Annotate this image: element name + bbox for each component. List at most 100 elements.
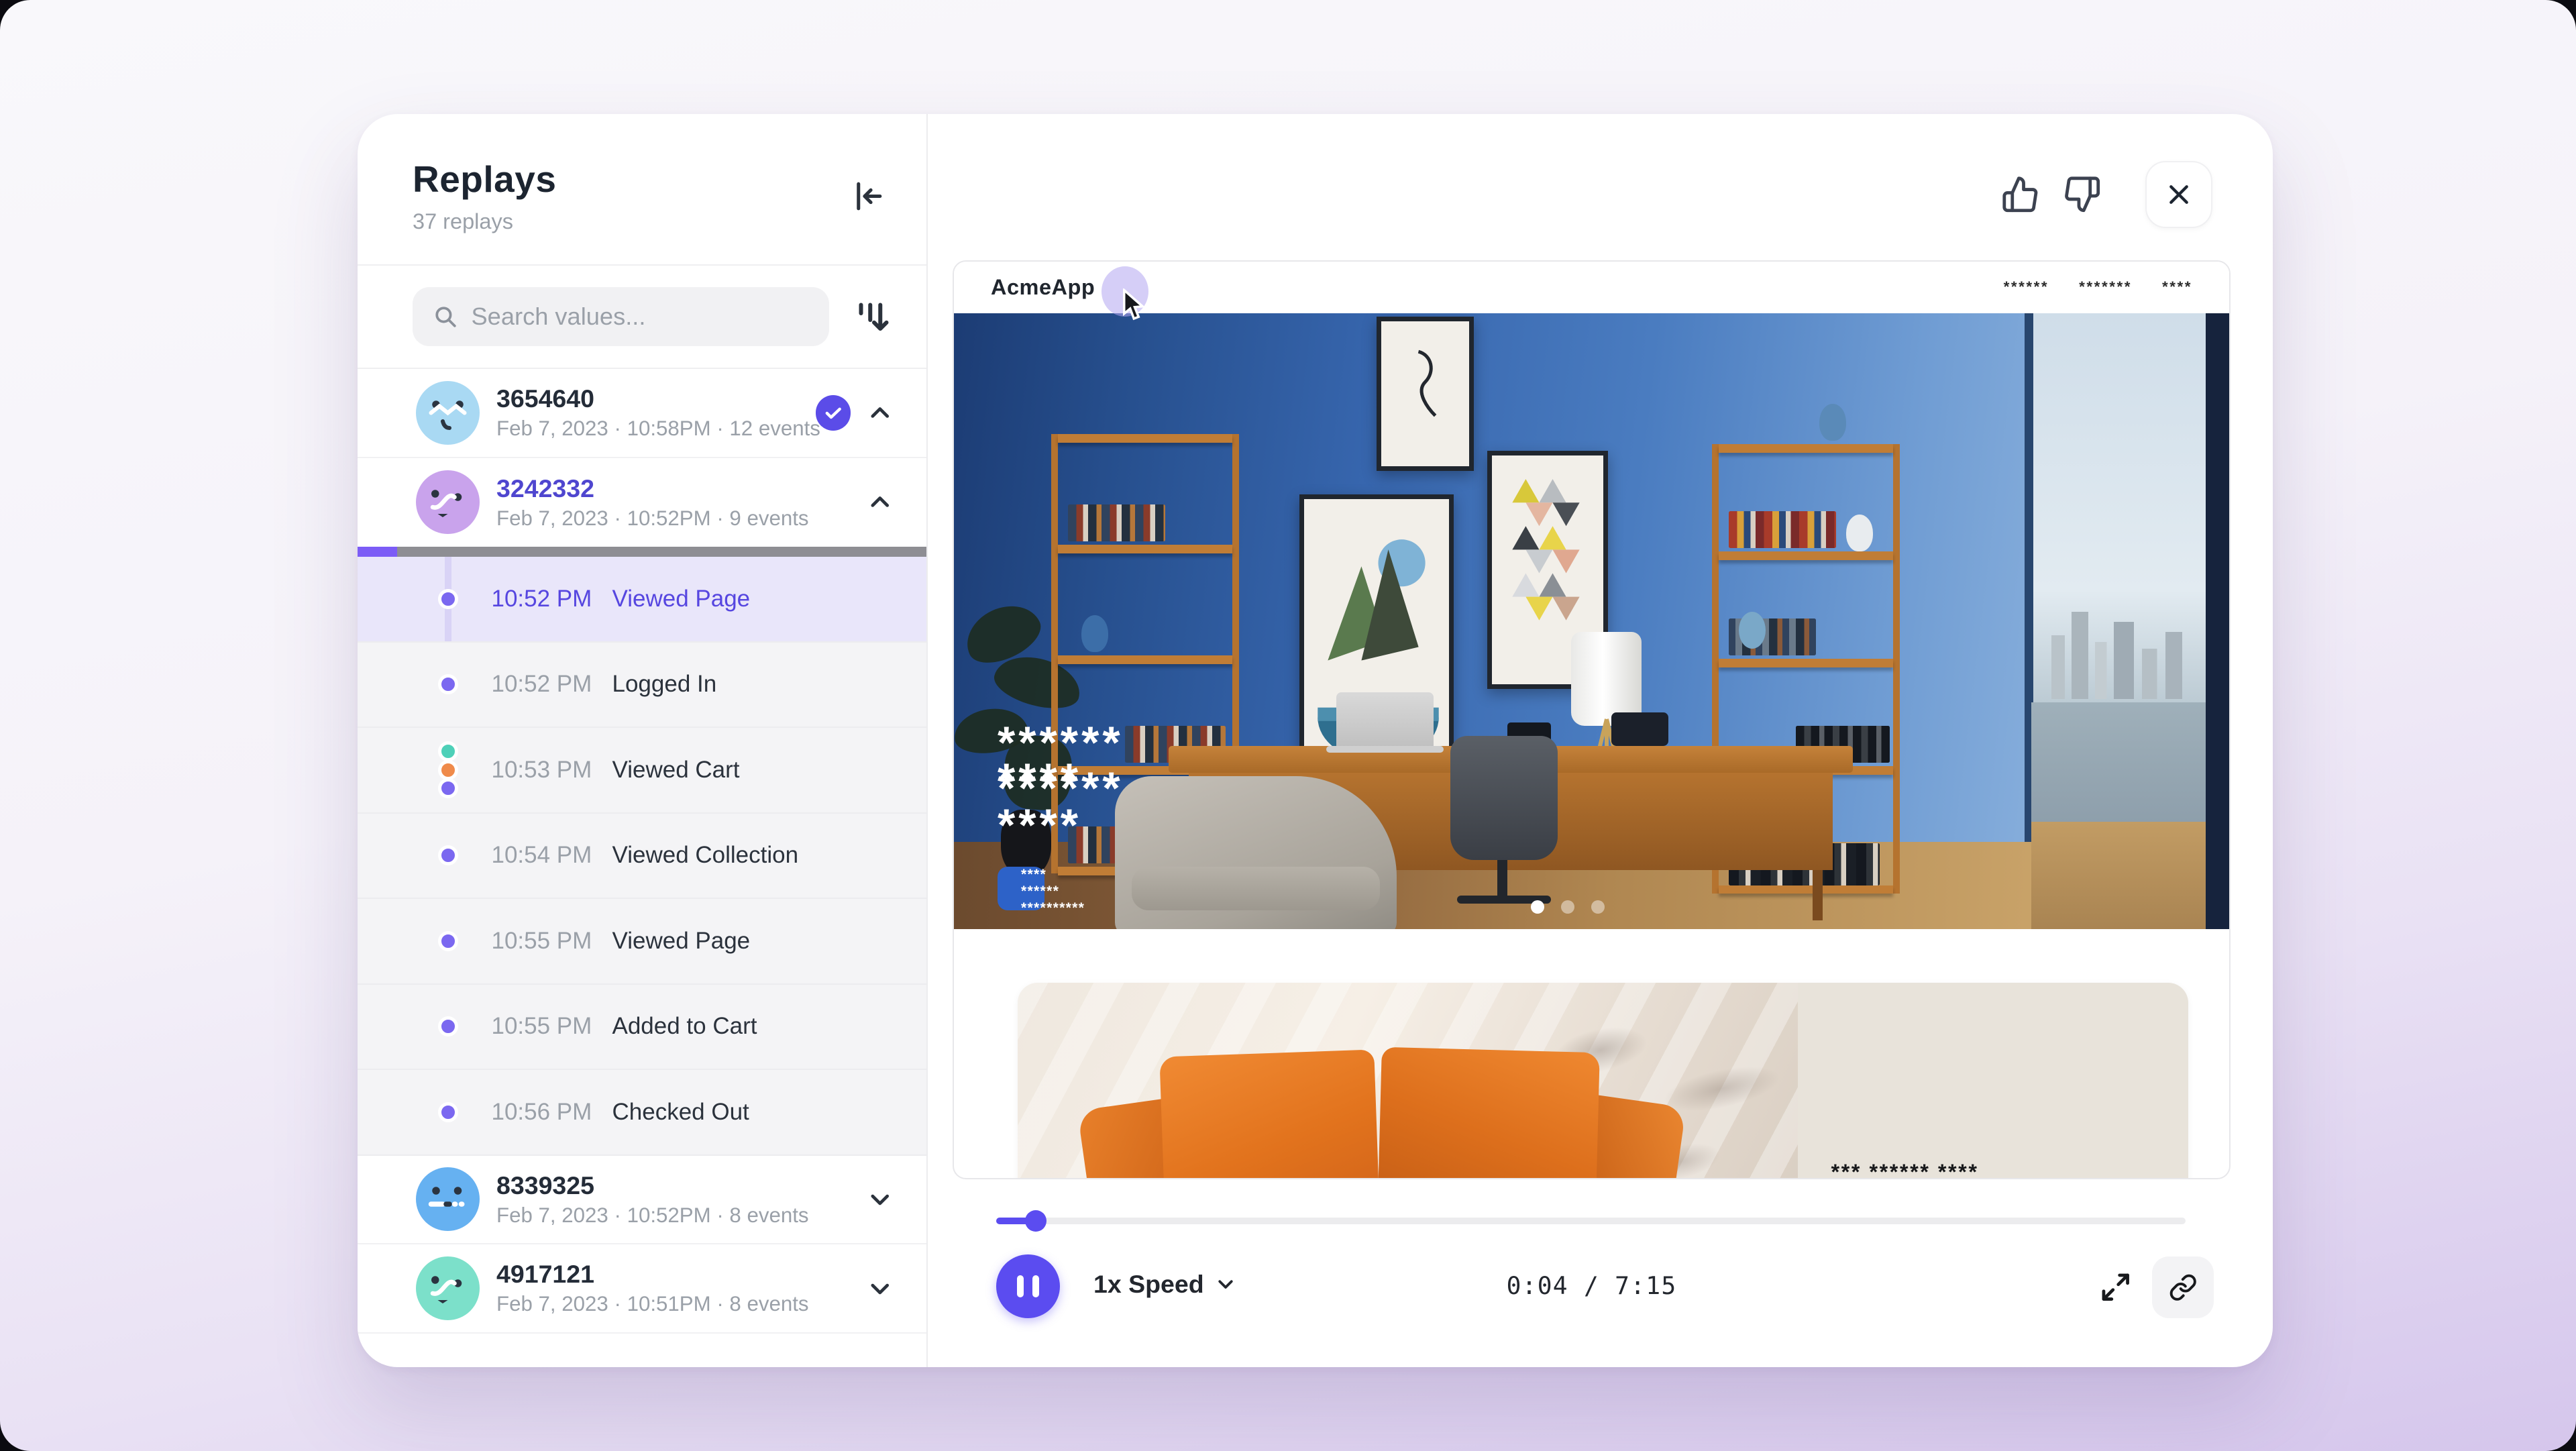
session-id: 8339325	[496, 1171, 867, 1200]
sidebar-header: Replays 37 replays	[358, 114, 926, 266]
site-nav: ****** ******* ****	[2004, 278, 2192, 296]
event-dot	[438, 760, 458, 780]
event-label: Viewed Page	[612, 586, 751, 612]
player-controls: 1x Speed 0:04 / 7:15	[928, 1254, 2273, 1322]
session-row-4917121[interactable]: 4917121 Feb 7, 2023 · 10:51PM · 8 events	[358, 1244, 926, 1334]
session-id: 3654640	[496, 384, 816, 413]
avatar	[416, 1167, 480, 1231]
event-dot	[438, 845, 458, 865]
chevron-up-icon[interactable]	[867, 400, 893, 426]
masked-headline-line2: **** ****	[998, 757, 1081, 848]
site-logo: AcmeApp	[991, 275, 1095, 300]
session-row-8339325[interactable]: 8339325 Feb 7, 2023 · 10:52PM · 8 events	[358, 1156, 926, 1245]
carousel-dots[interactable]	[1531, 900, 1605, 914]
search-row: Search values...	[358, 266, 926, 370]
event-row-viewed-page-1[interactable]: 10:52 PM Viewed Page	[358, 557, 926, 643]
event-label: Viewed Page	[612, 928, 751, 955]
carousel-dot[interactable]	[1561, 900, 1574, 914]
session-progress-track	[397, 547, 926, 557]
session-id: 3242332	[496, 474, 867, 503]
event-row-viewed-cart[interactable]: 10:53 PM Viewed Cart	[358, 728, 926, 814]
product-text-panel: *** ****** ****	[1798, 983, 2189, 1179]
chevron-down-icon[interactable]	[867, 1276, 893, 1301]
session-meta: Feb 7, 2023 · 10:51PM · 8 events	[496, 1292, 867, 1316]
pause-button[interactable]	[996, 1254, 1060, 1318]
session-meta: Feb 7, 2023 · 10:52PM · 8 events	[496, 1203, 867, 1228]
page-title: Replays	[413, 158, 879, 201]
link-icon	[2169, 1273, 2198, 1302]
event-row-added-to-cart[interactable]: 10:55 PM Added to Cart	[358, 985, 926, 1071]
event-timeline: 10:52 PM Viewed Page 10:52 PM Logged In …	[358, 557, 926, 1156]
event-time: 10:55 PM	[492, 928, 602, 955]
hero-art-frame-small	[1377, 317, 1474, 471]
nav-item-masked: ****	[2162, 278, 2192, 296]
thumbs-down-icon[interactable]	[2063, 175, 2102, 214]
checked-badge-icon	[816, 395, 851, 431]
speed-selector[interactable]: 1x Speed	[1093, 1270, 1236, 1299]
event-time: 10:56 PM	[492, 1099, 602, 1126]
session-row-3242332[interactable]: 3242332 Feb 7, 2023 · 10:52PM · 9 events	[358, 458, 926, 547]
event-row-viewed-collection[interactable]: 10:54 PM Viewed Collection	[358, 814, 926, 900]
event-dot	[438, 674, 458, 694]
event-label: Checked Out	[612, 1099, 749, 1126]
product-card: *** ****** ****	[1018, 983, 2188, 1179]
app-background: Replays 37 replays Search values...	[0, 0, 2576, 1451]
event-dot	[438, 1102, 458, 1122]
chevron-up-icon[interactable]	[867, 490, 893, 515]
search-placeholder: Search values...	[472, 303, 646, 331]
masked-product-caption: *** ****** ****	[1831, 1159, 1979, 1179]
event-row-viewed-page-2[interactable]: 10:55 PM Viewed Page	[358, 899, 926, 985]
avatar	[416, 1256, 480, 1320]
event-time: 10:52 PM	[492, 671, 602, 698]
close-icon	[2165, 181, 2192, 208]
session-row-3654640[interactable]: 3654640 Feb 7, 2023 · 10:58PM · 12 event…	[358, 369, 926, 458]
pause-icon	[1017, 1275, 1024, 1297]
session-id: 4917121	[496, 1260, 867, 1289]
time-display: 0:04 / 7:15	[1507, 1271, 1677, 1300]
time-separator: /	[1584, 1271, 1599, 1300]
expand-icon[interactable]	[2100, 1271, 2132, 1303]
copy-link-button[interactable]	[2152, 1256, 2214, 1319]
hero-curtain	[2206, 313, 2229, 929]
session-meta: Feb 7, 2023 · 10:58PM · 12 events	[496, 417, 816, 441]
cursor-pointer-icon	[1122, 288, 1147, 322]
avatar	[416, 470, 480, 534]
chevron-down-icon	[1216, 1274, 1236, 1294]
event-row-checked-out[interactable]: 10:56 PM Checked Out	[358, 1070, 926, 1156]
site-topbar: AcmeApp ****** ******* ****	[954, 262, 2229, 314]
replay-player: AcmeApp ****** ******* ****	[928, 114, 2273, 1367]
carousel-dot[interactable]	[1591, 900, 1605, 914]
chevron-down-icon[interactable]	[867, 1187, 893, 1212]
replay-count: 37 replays	[413, 209, 879, 234]
event-dot	[438, 778, 458, 798]
event-label: Viewed Collection	[612, 842, 799, 869]
time-total: 7:15	[1615, 1271, 1676, 1300]
event-time: 10:54 PM	[492, 842, 602, 869]
replay-viewport: AcmeApp ****** ******* ****	[953, 260, 2231, 1179]
session-meta: Feb 7, 2023 · 10:52PM · 9 events	[496, 506, 867, 531]
carousel-dot-active[interactable]	[1531, 900, 1544, 914]
feedback-bar	[2001, 161, 2212, 228]
hero-laptop	[1336, 692, 1434, 749]
close-button[interactable]	[2145, 161, 2212, 228]
progress-knob[interactable]	[1025, 1210, 1047, 1232]
event-time: 10:55 PM	[492, 1013, 602, 1040]
playback-progress-bar[interactable]	[996, 1218, 2186, 1224]
event-dot	[438, 741, 458, 761]
replays-sidebar: Replays 37 replays Search values...	[358, 114, 928, 1367]
search-input[interactable]: Search values...	[413, 287, 829, 346]
thumbs-up-icon[interactable]	[2001, 175, 2040, 214]
nav-item-masked: ******	[2004, 278, 2049, 296]
speed-label: 1x Speed	[1093, 1270, 1204, 1299]
replay-modal: Replays 37 replays Search values...	[358, 114, 2273, 1367]
sort-descending-icon[interactable]	[853, 297, 893, 337]
event-label: Viewed Cart	[612, 757, 740, 784]
collapse-panel-left-icon[interactable]	[849, 178, 886, 215]
product-photo-couch	[1018, 983, 1798, 1179]
hero-cta-button[interactable]: **** ****** **********	[998, 867, 1044, 910]
avatar	[416, 381, 480, 445]
event-time: 10:52 PM	[492, 586, 602, 612]
event-dot	[438, 931, 458, 951]
event-time: 10:53 PM	[492, 757, 602, 784]
event-row-logged-in[interactable]: 10:52 PM Logged In	[358, 643, 926, 729]
